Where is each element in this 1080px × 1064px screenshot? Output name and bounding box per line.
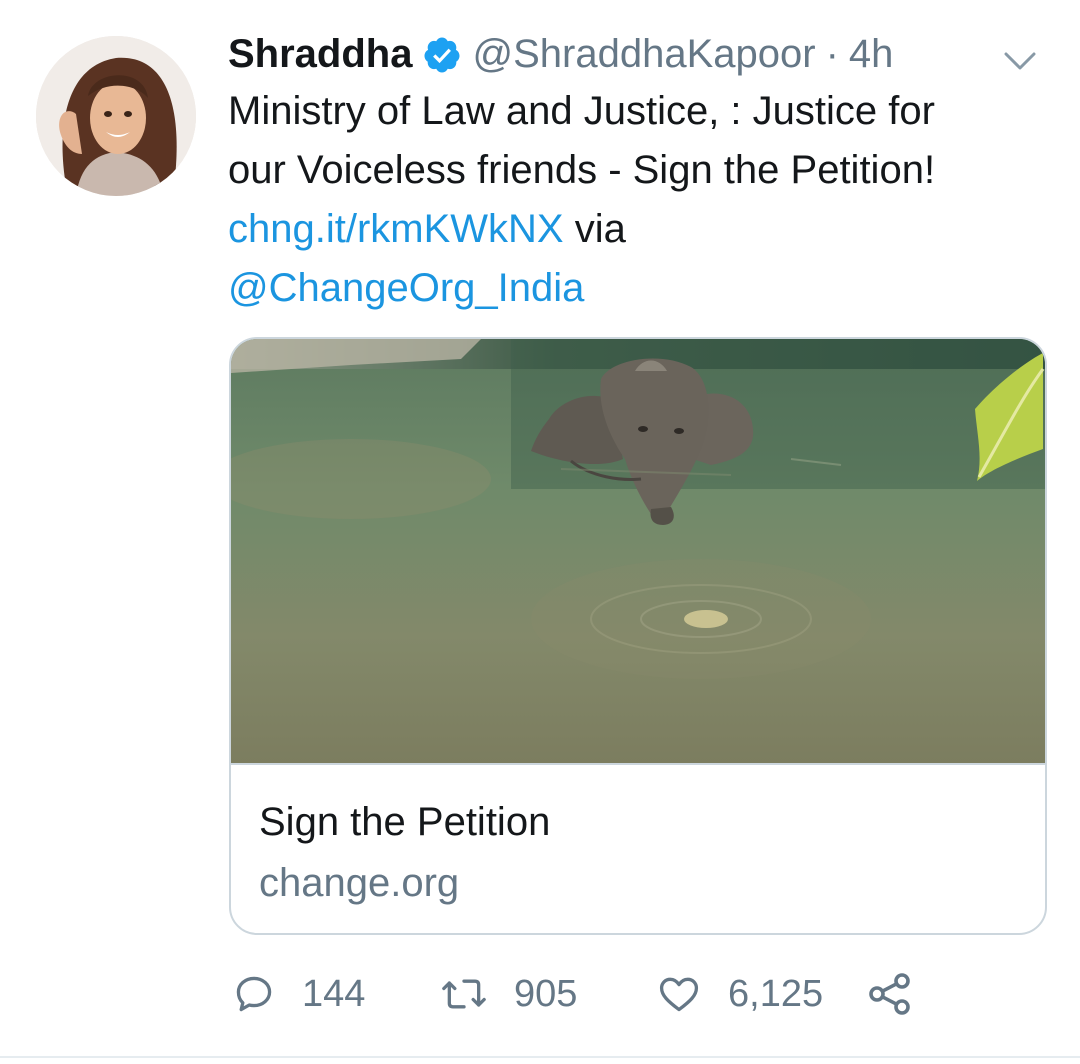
via-text: via — [563, 207, 626, 251]
reply-count: 144 — [302, 972, 366, 1015]
tweet-text-line: our Voiceless friends - Sign the Petitio… — [228, 148, 936, 192]
reply-icon — [232, 972, 276, 1016]
mention-link[interactable]: @ChangeOrg_India — [228, 266, 584, 310]
handle[interactable]: @ShraddhaKapoor — [472, 26, 815, 82]
display-name[interactable]: Shraddha — [228, 26, 412, 82]
share-icon — [866, 970, 914, 1018]
separator-dot: · — [825, 32, 839, 76]
tweet-header: Shraddha @ShraddhaKapoor · 4h — [228, 26, 893, 82]
elephant-in-water-image — [231, 339, 1045, 763]
card-image[interactable] — [231, 339, 1045, 765]
mention-line: @ChangeOrg_India — [228, 259, 1048, 318]
avatar-image — [36, 36, 196, 196]
verified-badge-icon — [422, 34, 462, 74]
tweet-link-line: chng.it/rkmKWkNX via — [228, 200, 1048, 259]
retweet-count: 905 — [514, 972, 578, 1015]
tweet-actions: 144 905 6,125 — [232, 966, 952, 1022]
tweet-text: Ministry of Law and Justice, : Justice f… — [228, 82, 1048, 318]
card-title[interactable]: Sign the Petition — [259, 794, 550, 850]
card-domain: change.org — [259, 861, 460, 905]
link-card[interactable]: Sign the Petition change.org — [229, 337, 1047, 935]
like-button[interactable]: 6,125 — [656, 966, 823, 1022]
petition-link[interactable]: chng.it/rkmKWkNX — [228, 207, 564, 251]
tweet-text-line: Ministry of Law and Justice, : Justice f… — [228, 89, 935, 133]
retweet-button[interactable]: 905 — [440, 966, 577, 1022]
tweet[interactable]: Shraddha @ShraddhaKapoor · 4h Ministry o… — [0, 0, 1080, 1058]
reply-button[interactable]: 144 — [232, 966, 365, 1022]
timestamp[interactable]: 4h — [849, 26, 894, 82]
chevron-down-icon[interactable] — [1000, 40, 1040, 80]
retweet-icon — [440, 972, 488, 1016]
share-button[interactable] — [866, 966, 914, 1022]
like-count: 6,125 — [728, 972, 824, 1015]
like-icon — [656, 972, 702, 1016]
avatar[interactable] — [36, 36, 196, 196]
